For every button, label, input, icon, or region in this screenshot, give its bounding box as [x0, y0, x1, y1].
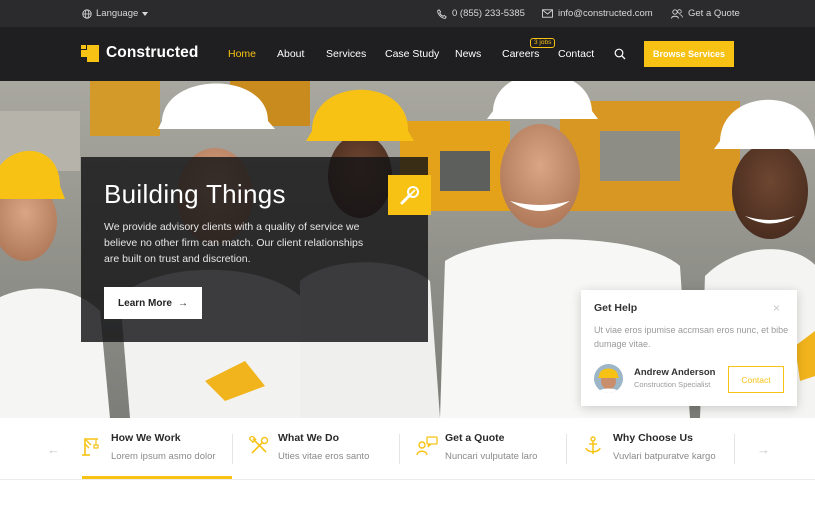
- nav-contact[interactable]: Contact: [558, 48, 594, 60]
- search-icon: [614, 48, 626, 60]
- browse-services-button[interactable]: Browse Services: [644, 41, 734, 67]
- language-label: Language: [96, 8, 139, 19]
- feature-what-we-do[interactable]: What We Do Uties vitae eros santo: [249, 418, 399, 480]
- main-navigation: Constructed Home About Services Case Stu…: [0, 27, 815, 81]
- feature-how-we-work[interactable]: How We Work Lorem ipsum asmo dolor: [82, 418, 232, 480]
- envelope-icon: [542, 9, 553, 18]
- next-arrow-icon[interactable]: →: [757, 442, 770, 457]
- feature-description: Nuncari vulputate laro: [445, 451, 538, 462]
- divider: [734, 434, 735, 464]
- brand-logo[interactable]: Constructed: [81, 44, 198, 62]
- language-selector[interactable]: Language: [82, 8, 149, 19]
- hero-banner: Building Things We provide advisory clie…: [0, 81, 815, 418]
- hero-title: Building Things: [104, 179, 286, 209]
- nav-home[interactable]: Home: [228, 48, 256, 60]
- hero-description: We provide advisory clients with a quali…: [104, 221, 364, 265]
- help-card-text: Ut viae eros ipumise accmsan eros nunc, …: [594, 325, 789, 349]
- email-contact[interactable]: info@constructed.com: [542, 8, 653, 19]
- feature-why-choose-us[interactable]: Why Choose Us Vuvlari batpuratve kargo: [584, 418, 734, 480]
- feature-get-a-quote[interactable]: Get a Quote Nuncari vulputate laro: [416, 418, 566, 480]
- close-icon[interactable]: ×: [773, 301, 780, 315]
- learn-more-button[interactable]: Learn More →: [104, 287, 202, 319]
- feature-title: Why Choose Us: [613, 432, 693, 444]
- active-indicator: [82, 476, 232, 479]
- nav-news[interactable]: News: [455, 48, 481, 60]
- feature-description: Lorem ipsum asmo dolor: [111, 451, 216, 462]
- feature-description: Vuvlari batpuratve kargo: [613, 451, 716, 462]
- crane-icon: [82, 438, 99, 456]
- divider: [399, 434, 400, 464]
- phone-number: 0 (855) 233-5385: [452, 8, 525, 19]
- divider: [566, 434, 567, 464]
- email-address: info@constructed.com: [558, 8, 653, 19]
- nav-about[interactable]: About: [277, 48, 304, 60]
- specialist-role: Construction Specialist: [634, 380, 711, 389]
- careers-jobs-badge: 3 jobs: [530, 38, 556, 48]
- wrench-icon: [400, 186, 419, 205]
- brand-name: Constructed: [106, 44, 199, 61]
- hero-feature-badge: [388, 175, 431, 215]
- nav-careers[interactable]: Careers: [502, 48, 539, 60]
- constructed-logo-icon: [81, 44, 99, 62]
- contact-button[interactable]: Contact: [728, 366, 784, 393]
- top-bar: Language 0 (855) 233-5385 info@construct…: [0, 0, 815, 27]
- feature-title: Get a Quote: [445, 432, 505, 444]
- feature-title: What We Do: [278, 432, 340, 444]
- nav-services[interactable]: Services: [326, 48, 366, 60]
- specialist-name: Andrew Anderson: [634, 367, 716, 378]
- caret-down-icon: [142, 11, 149, 16]
- prev-arrow-icon[interactable]: ←: [47, 442, 60, 457]
- anchor-icon: [585, 436, 601, 454]
- tools-icon: [249, 436, 269, 454]
- get-a-quote-link[interactable]: Get a Quote: [671, 8, 740, 19]
- divider: [232, 434, 233, 464]
- feature-title: How We Work: [111, 432, 181, 444]
- get-a-quote-label: Get a Quote: [688, 8, 740, 19]
- features-strip: ← How We Work Lorem ipsum asmo dolor Wha…: [0, 418, 815, 480]
- avatar: [594, 364, 623, 393]
- get-help-card: Get Help × Ut viae eros ipumise accmsan …: [581, 290, 797, 406]
- phone-icon: [437, 8, 447, 19]
- phone-contact[interactable]: 0 (855) 233-5385: [437, 8, 525, 19]
- nav-case-study[interactable]: Case Study: [385, 48, 439, 60]
- arrow-right-icon: →: [177, 297, 188, 309]
- help-card-title: Get Help: [594, 302, 638, 314]
- users-icon: [671, 8, 683, 19]
- hero-text-panel: Building Things We provide advisory clie…: [81, 157, 428, 342]
- learn-more-label: Learn More: [118, 297, 172, 309]
- feature-description: Uties vitae eros santo: [278, 451, 370, 462]
- globe-icon: [82, 8, 92, 19]
- quote-chat-icon: [416, 436, 438, 456]
- search-button[interactable]: [614, 47, 626, 65]
